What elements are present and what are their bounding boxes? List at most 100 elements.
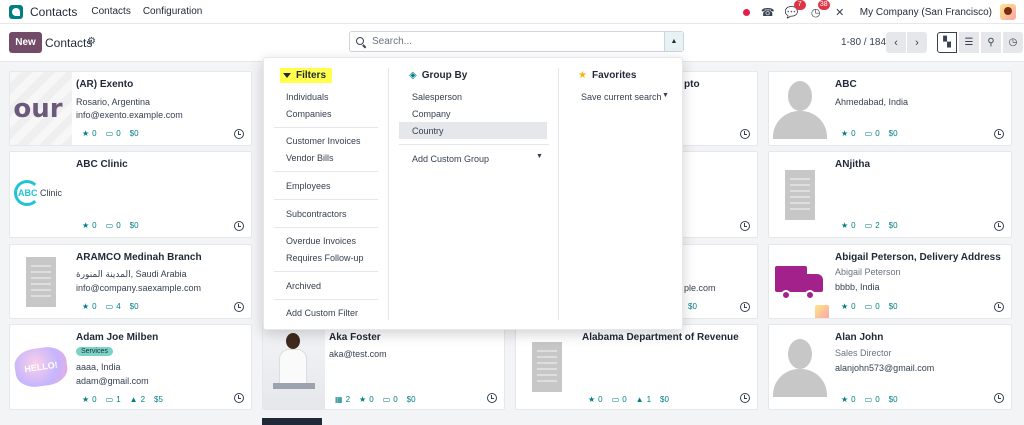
kanban-card[interactable]: ABC Ahmedabad, India ★ 0 ▭ 0 $0 <box>768 71 1012 146</box>
search-input[interactable] <box>372 36 652 47</box>
card-email: adam@gmail.com <box>76 376 149 386</box>
contacts-app-icon[interactable] <box>9 4 23 19</box>
filter-individuals[interactable]: Individuals <box>286 92 329 102</box>
invoice-icon: ▭ <box>611 395 620 404</box>
filter-vendor-bills[interactable]: Vendor Bills <box>286 153 334 163</box>
group-by-company[interactable]: Company <box>412 109 451 119</box>
invoice-icon: ▭ <box>105 129 114 138</box>
kanban-card[interactable]: HELLO! Adam Joe Milben Services aaaa, In… <box>9 324 252 410</box>
calendar-icon: ▦ <box>335 395 343 404</box>
divider <box>399 144 549 145</box>
card-location: المدينة المنورة, Saudi Arabia <box>76 269 187 279</box>
new-button[interactable]: New <box>9 32 42 53</box>
map-view-button[interactable]: ⚲ <box>981 32 1001 53</box>
search-toggle-button[interactable]: ▲ <box>664 32 683 51</box>
filter-overdue-invoices[interactable]: Overdue Invoices <box>286 236 356 246</box>
star-icon: ★ <box>841 395 849 404</box>
list-view-button[interactable]: ☰ <box>959 32 979 53</box>
card-image <box>263 325 325 409</box>
filter-subcontractors[interactable]: Subcontractors <box>286 209 347 219</box>
activity-clock-icon[interactable] <box>487 393 497 403</box>
activity-clock-icon[interactable] <box>740 302 750 312</box>
card-name: Abigail Peterson, Delivery Address <box>835 252 1001 263</box>
kanban-card[interactable]: ARAMCO Medinah Branch المدينة المنورة, S… <box>9 244 252 319</box>
activity-clock-icon[interactable] <box>994 393 1004 403</box>
add-custom-group-select[interactable]: Add Custom Group <box>412 154 489 164</box>
divider <box>274 199 378 200</box>
star-icon: ★ <box>578 70 587 81</box>
activity-clock-icon[interactable] <box>234 129 244 139</box>
activity-clock-icon[interactable] <box>740 221 750 231</box>
kanban-card[interactable]: Alabama Department of Revenue ★ 0 ▭ 0 ▲ 1 $… <box>515 324 758 410</box>
star-icon: ★ <box>841 129 849 138</box>
star-icon: ★ <box>82 395 90 404</box>
invoice-icon: ▭ <box>105 395 114 404</box>
star-icon: ★ <box>82 302 90 311</box>
filter-employees[interactable]: Employees <box>286 181 331 191</box>
activity-clock-icon[interactable] <box>740 393 750 403</box>
filter-requires-follow-up[interactable]: Requires Follow-up <box>286 253 364 263</box>
menu-configuration[interactable]: Configuration <box>143 6 202 17</box>
company-placeholder-icon <box>785 169 815 220</box>
pager-previous-button[interactable]: ‹ <box>886 32 906 53</box>
filter-companies[interactable]: Companies <box>286 109 332 119</box>
kanban-card[interactable]: our (AR) Exento Rosario, Argentina info@… <box>9 71 252 146</box>
phone-icon[interactable]: ☎ <box>760 4 776 20</box>
group-by-salesperson[interactable]: Salesperson <box>412 92 462 102</box>
activity-clock-icon[interactable] <box>994 221 1004 231</box>
card-name: Adam Joe Milben <box>76 332 159 343</box>
invoice-icon: ▭ <box>864 129 873 138</box>
activity-clock-icon[interactable] <box>234 302 244 312</box>
card-name: Alabama Department of Revenue <box>582 332 739 343</box>
user-avatar[interactable] <box>1000 4 1016 20</box>
chevron-down-icon[interactable]: ▼ <box>662 92 669 99</box>
card-stats: ★ 0 ▭ 0 $0 <box>841 302 898 311</box>
add-custom-filter[interactable]: Add Custom Filter <box>286 308 358 318</box>
tools-icon[interactable]: ✕ <box>832 4 848 20</box>
filter-customer-invoices[interactable]: Customer Invoices <box>286 136 361 146</box>
card-stats: ★ 0 ▭ 0 $0 <box>841 129 898 138</box>
activity-view-button[interactable]: ◷ <box>1003 32 1023 53</box>
bag-icon: ▲ <box>129 395 138 404</box>
company-switcher[interactable]: My Company (San Francisco) <box>860 7 992 18</box>
clock-icon[interactable]: ◷ 38 <box>808 0 830 20</box>
activities-badge: 38 <box>817 0 830 10</box>
group-by-country[interactable]: Country <box>412 126 444 136</box>
activity-clock-icon[interactable] <box>994 302 1004 312</box>
chevron-down-icon[interactable]: ▼ <box>536 153 543 160</box>
invoice-icon: ▭ <box>382 395 391 404</box>
chat-icon[interactable]: 💬 7 <box>784 0 806 20</box>
kanban-card[interactable]: Aka Foster aka@test.com ▦ 2 ★ 0 ▭ 0 $0 <box>262 324 505 410</box>
card-image <box>10 245 72 318</box>
app-name[interactable]: Contacts <box>30 5 77 19</box>
activity-clock-icon[interactable] <box>994 129 1004 139</box>
person-placeholder-icon <box>773 79 827 139</box>
search-icon <box>356 36 366 47</box>
save-current-search[interactable]: Save current search <box>581 92 662 102</box>
card-image: HELLO! <box>10 325 72 409</box>
gear-icon[interactable]: ⚙ <box>87 36 96 47</box>
kanban-card[interactable]: Abigail Peterson, Delivery Address Abiga… <box>768 244 1012 319</box>
company-placeholder-icon <box>26 256 56 307</box>
pager-value[interactable]: 1-80 / 184 <box>841 37 886 48</box>
card-stats: ★ 0 ▭ 0 ▲ 1 $0 <box>588 395 669 404</box>
activity-clock-icon[interactable] <box>740 129 750 139</box>
card-location: Rosario, Argentina <box>76 97 151 107</box>
card-email: info@company.saexample.com <box>76 283 202 293</box>
card-name-partial: pto <box>684 79 700 90</box>
kanban-view-button[interactable]: ▚ <box>937 32 957 53</box>
kanban-card[interactable]: ABC Clinic ABC Clinic ★ 0 ▭ 0 $0 <box>9 151 252 238</box>
kanban-card[interactable]: ANjitha ★ 0 ▭ 2 $0 <box>768 151 1012 238</box>
card-email: aka@test.com <box>329 349 387 359</box>
card-stats: ★ 0 ▭ 0 $0 <box>82 221 139 230</box>
pager-next-button[interactable]: › <box>907 32 927 53</box>
activity-clock-icon[interactable] <box>234 393 244 403</box>
kanban-card[interactable]: Alan John Sales Director alanjohn573@gma… <box>768 324 1012 410</box>
activity-clock-icon[interactable] <box>234 221 244 231</box>
star-icon: ★ <box>841 302 849 311</box>
menu-contacts[interactable]: Contacts <box>91 6 130 17</box>
card-name: ANjitha <box>835 159 870 170</box>
star-icon: ★ <box>82 129 90 138</box>
filter-archived[interactable]: Archived <box>286 281 321 291</box>
stat-meetings: ★ 0 <box>82 129 97 138</box>
